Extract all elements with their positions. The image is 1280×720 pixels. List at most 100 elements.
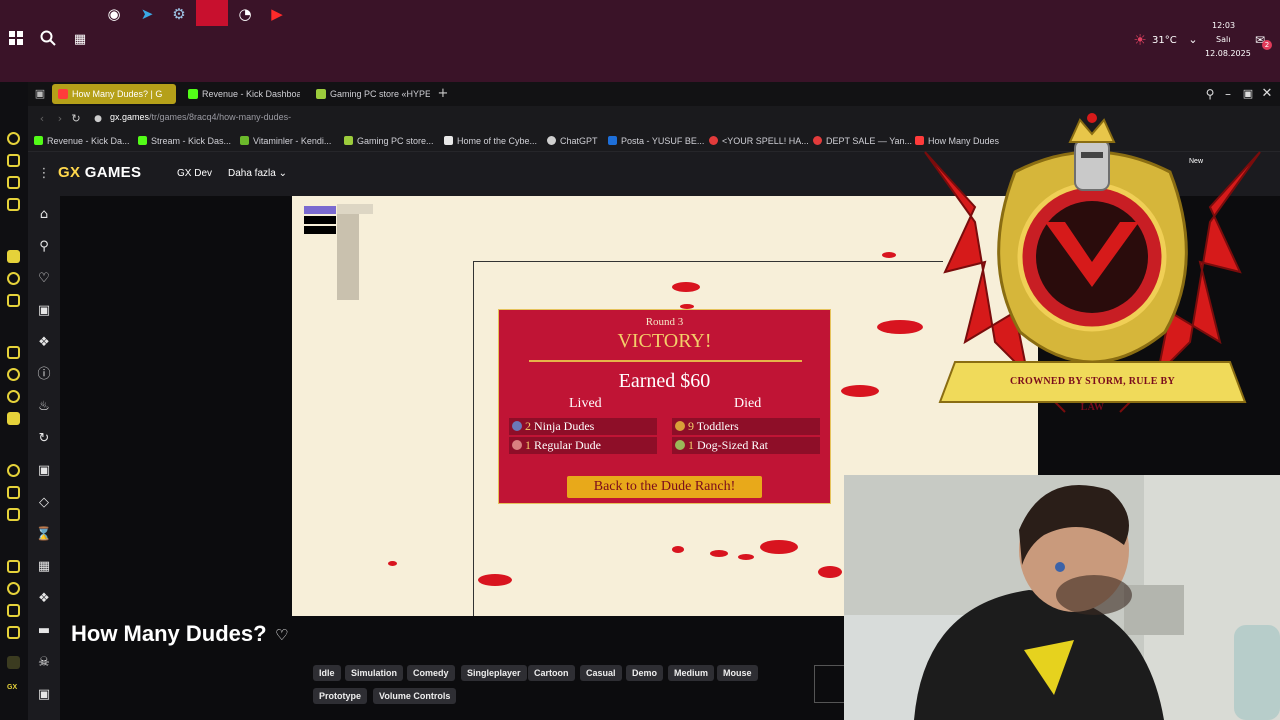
skull-icon[interactable]: ☠ bbox=[35, 654, 53, 672]
tag[interactable]: Mouse bbox=[717, 665, 758, 681]
reload-icon[interactable]: ↻ bbox=[66, 109, 86, 129]
tag[interactable]: Cartoon bbox=[528, 665, 575, 681]
bag-icon[interactable]: ▣ bbox=[35, 302, 53, 320]
search-icon[interactable]: ⚲ bbox=[35, 238, 53, 256]
tag[interactable]: Idle bbox=[313, 665, 341, 681]
puzzle-icon[interactable]: ❖ bbox=[35, 334, 53, 352]
twitch-icon[interactable] bbox=[7, 346, 20, 359]
lock-icon[interactable]: ● bbox=[88, 109, 108, 129]
bookmark[interactable]: <YOUR SPELL! HA... bbox=[709, 136, 809, 146]
messenger-icon[interactable] bbox=[7, 368, 20, 381]
home-icon[interactable]: ⌂ bbox=[35, 206, 53, 224]
bookmark-label: Posta - YUSUF BE... bbox=[621, 136, 705, 146]
task-view-icon[interactable]: ▦ bbox=[70, 30, 90, 50]
shirt-icon[interactable]: ▣ bbox=[35, 462, 53, 480]
tab-how-many-dudes[interactable]: How Many Dudes? | G bbox=[52, 84, 176, 104]
history-icon[interactable] bbox=[7, 508, 20, 521]
tag[interactable]: Demo bbox=[626, 665, 664, 681]
telegram-icon[interactable] bbox=[7, 412, 20, 425]
nav-gx-dev[interactable]: GX Dev bbox=[177, 168, 212, 179]
music-icon[interactable] bbox=[7, 198, 20, 211]
ninja-dude-icon bbox=[512, 421, 522, 431]
gx-games-logo[interactable]: GX GAMES bbox=[58, 164, 141, 181]
chevron-down-icon: ⌄ bbox=[278, 168, 287, 179]
sidebar-app-icon[interactable] bbox=[7, 294, 20, 307]
back-icon[interactable]: ‹ bbox=[32, 109, 52, 129]
tag[interactable]: Volume Controls bbox=[373, 688, 457, 704]
tab-label: Revenue - Kick Dashboar bbox=[202, 89, 300, 99]
bookmark-label: ChatGPT bbox=[560, 136, 598, 146]
hud-panel bbox=[337, 204, 359, 300]
round-label: Round 3 bbox=[645, 316, 684, 328]
tag[interactable]: Simulation bbox=[345, 665, 404, 681]
pin-icon[interactable] bbox=[7, 626, 20, 639]
back-to-ranch-button[interactable]: Back to the Dude Ranch! bbox=[567, 476, 762, 498]
player-icon[interactable] bbox=[7, 464, 20, 477]
tag[interactable]: Prototype bbox=[313, 688, 368, 704]
bookmark[interactable]: Stream - Kick Das... bbox=[138, 136, 231, 146]
grid-icon[interactable]: ▦ bbox=[35, 558, 53, 576]
search-tabs-icon[interactable]: ⚲ bbox=[1200, 84, 1220, 104]
bookmark[interactable]: Posta - YUSUF BE... bbox=[608, 136, 704, 146]
close-icon[interactable]: ✕ bbox=[1257, 84, 1277, 104]
steam-app-icon[interactable]: ⚙ bbox=[169, 4, 189, 24]
bookmark-label: <YOUR SPELL! HA... bbox=[722, 136, 809, 146]
youtube-app-icon[interactable]: ▶ bbox=[267, 4, 287, 24]
box-icon[interactable] bbox=[7, 604, 20, 617]
alert-icon[interactable]: ⓘ bbox=[35, 366, 53, 384]
bookmark[interactable]: Vitaminler - Kendi... bbox=[240, 136, 331, 146]
tag[interactable]: Medium bbox=[668, 665, 715, 681]
bookmark[interactable]: ChatGPT bbox=[547, 136, 598, 146]
minimize-icon[interactable]: – bbox=[1218, 84, 1238, 104]
telegram-app-icon[interactable]: ➤ bbox=[137, 4, 157, 24]
gx-control-icon[interactable] bbox=[7, 132, 20, 145]
heart-icon[interactable]: ♡ bbox=[35, 270, 53, 288]
maximize-icon[interactable]: ▣ bbox=[1238, 84, 1258, 104]
windows-start-icon[interactable] bbox=[6, 30, 26, 50]
gamepad-icon[interactable]: ▣ bbox=[35, 686, 53, 704]
windows-taskbar: ◉ ➤ ⚙ ◔ ▶ ▦ ☀ 31°C ⌄ 12:03 Salı 12.08.20… bbox=[0, 0, 1280, 82]
sidebar-app-icon[interactable] bbox=[7, 272, 20, 285]
new-tab-plus-icon[interactable]: + bbox=[433, 84, 453, 104]
red-app-icon[interactable] bbox=[196, 0, 228, 26]
bookmark[interactable]: Revenue - Kick Da... bbox=[34, 136, 130, 146]
bookmark[interactable]: Gaming PC store... bbox=[344, 136, 434, 146]
search-icon[interactable] bbox=[38, 30, 58, 50]
podium-icon[interactable]: ▬ bbox=[35, 622, 53, 640]
chevron-down-icon[interactable]: ⌄ bbox=[1183, 30, 1203, 50]
bookmark[interactable]: Home of the Cybe... bbox=[444, 136, 537, 146]
favorite-heart-icon[interactable]: ♡ bbox=[275, 626, 288, 644]
hourglass-icon[interactable]: ⌛ bbox=[35, 526, 53, 544]
diamond-icon[interactable]: ◇ bbox=[35, 494, 53, 512]
play-icon[interactable] bbox=[7, 486, 20, 499]
heart-icon[interactable] bbox=[7, 582, 20, 595]
hud-bar bbox=[304, 226, 336, 234]
blood-splatter bbox=[710, 550, 728, 557]
grid-icon[interactable] bbox=[7, 560, 20, 573]
bookmark[interactable]: DEPT SALE — Yan... bbox=[813, 136, 912, 146]
refresh-icon[interactable]: ↻ bbox=[35, 430, 53, 448]
whatsapp-icon[interactable] bbox=[7, 390, 20, 403]
fire-icon[interactable]: ♨ bbox=[35, 398, 53, 416]
puzzle-piece-icon[interactable]: ❖ bbox=[35, 590, 53, 608]
speedometer-app-icon[interactable]: ◔ bbox=[235, 4, 255, 24]
address-bar[interactable]: gx.games/tr/games/8racq4/how-many-dudes- bbox=[110, 112, 291, 122]
tag[interactable]: Singleplayer bbox=[461, 665, 527, 681]
twitch-icon[interactable] bbox=[7, 154, 20, 167]
tag[interactable]: Casual bbox=[580, 665, 622, 681]
clock-time[interactable]: 12:03 bbox=[1212, 21, 1235, 30]
tab-gaming-pc-store[interactable]: Gaming PC store «HYPER bbox=[310, 84, 430, 104]
tab-menu-icon[interactable]: ▣ bbox=[30, 84, 50, 104]
nav-more[interactable]: Daha fazla ⌄ bbox=[228, 168, 287, 179]
partial-box bbox=[814, 665, 846, 703]
android-app-icon[interactable]: ◉ bbox=[104, 4, 124, 24]
menu-dots-icon[interactable]: ⋮ bbox=[34, 164, 54, 184]
gx-corner-icon[interactable] bbox=[7, 656, 20, 669]
store-icon bbox=[316, 89, 326, 99]
messenger-icon[interactable] bbox=[7, 176, 20, 189]
tag[interactable]: Comedy bbox=[407, 665, 455, 681]
fire-icon[interactable] bbox=[7, 250, 20, 263]
gx-label-icon[interactable]: GX bbox=[7, 684, 20, 697]
died-header: Died bbox=[734, 396, 762, 411]
tab-kick-revenue[interactable]: Revenue - Kick Dashboar bbox=[182, 84, 300, 104]
